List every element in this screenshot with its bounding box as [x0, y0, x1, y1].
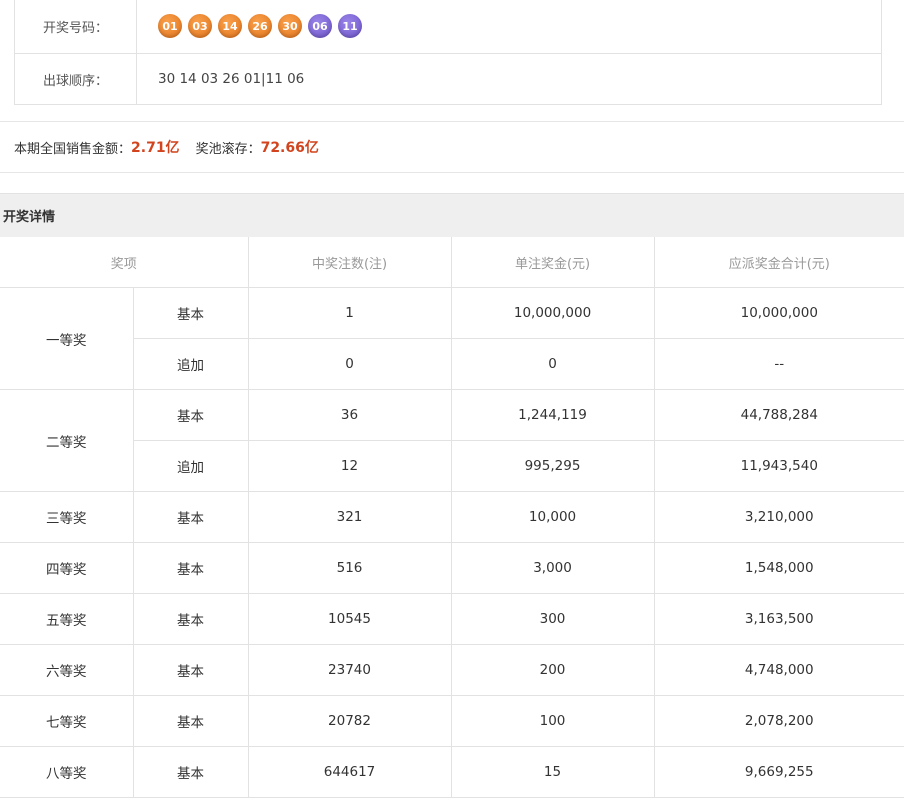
unit-prize-cell: 300 [450, 593, 655, 645]
winner-count-cell: 0 [247, 338, 452, 390]
prize-type-cell: 基本 [132, 287, 249, 339]
sales-summary: 本期全国销售金额： 2.71亿 奖池滚存： 72.66亿 [0, 121, 904, 173]
blue-ball: 06 [308, 14, 332, 38]
winning-numbers-row: 开奖号码： 01 03 14 26 30 06 11 [15, 0, 881, 54]
prize-type-cell: 追加 [133, 440, 249, 492]
prize-type-cell: 基本 [132, 491, 249, 543]
prize-type-cell: 基本 [132, 593, 249, 645]
unit-prize-cell: 3,000 [450, 542, 655, 594]
table-row: 一等奖 基本 1 10,000,000 10,000,000 [0, 287, 904, 390]
draw-result-box: 开奖号码： 01 03 14 26 30 06 11 出球顺序： 30 14 03 26 0… [14, 0, 882, 105]
draw-order-row: 出球顺序： 30 14 03 26 01|11 06 [15, 53, 881, 105]
section-title: 开奖详情 [0, 193, 904, 237]
total-prize-cell: 4,748,000 [653, 644, 904, 696]
prize-name-cell: 七等奖 [0, 695, 134, 747]
red-ball: 14 [218, 14, 242, 38]
winner-count-cell: 10545 [247, 593, 452, 645]
winner-count-cell: 1 [247, 287, 452, 339]
winner-count-cell: 23740 [247, 644, 452, 696]
draw-order-value: 30 14 03 26 01|11 06 [158, 71, 305, 87]
red-ball: 30 [278, 14, 302, 38]
red-ball: 01 [158, 14, 182, 38]
sales-value: 2.71亿 [131, 140, 180, 156]
table-row: 七等奖 基本 20782 100 2,078,200 [0, 695, 904, 747]
prize-name-cell: 二等奖 [0, 389, 134, 492]
table-row: 八等奖 基本 644617 15 9,669,255 [0, 746, 904, 798]
winner-count-cell: 36 [247, 389, 452, 441]
table-row: 二等奖 基本 36 1,244,119 44,788,284 [0, 389, 904, 492]
header-unit: 单注奖金(元) [450, 237, 655, 288]
total-prize-cell: 3,163,500 [653, 593, 904, 645]
pool-label: 奖池滚存： [195, 141, 261, 157]
unit-prize-cell: 10,000,000 [450, 287, 655, 339]
red-ball: 26 [248, 14, 272, 38]
winner-count-cell: 644617 [247, 746, 452, 798]
prize-name-cell: 八等奖 [0, 746, 134, 798]
red-ball: 03 [188, 14, 212, 38]
total-prize-cell: 10,000,000 [653, 287, 904, 339]
winning-numbers-label: 开奖号码： [15, 0, 137, 53]
table-row: 追加 12 995,295 11,943,540 [0, 440, 904, 492]
table-row: 追加 0 0 -- [0, 338, 904, 390]
total-prize-cell: 1,548,000 [653, 542, 904, 594]
prize-type-cell: 基本 [132, 695, 249, 747]
prize-name-cell: 一等奖 [0, 287, 134, 390]
total-prize-cell: 44,788,284 [653, 389, 904, 441]
prize-type-cell: 基本 [132, 644, 249, 696]
blue-ball: 11 [338, 14, 362, 38]
table-row: 五等奖 基本 10545 300 3,163,500 [0, 593, 904, 645]
sales-label: 本期全国销售金额： [14, 141, 132, 157]
header-count: 中奖注数(注) [247, 237, 452, 288]
total-prize-cell: 9,669,255 [653, 746, 904, 798]
pool-value: 72.66亿 [260, 140, 319, 156]
unit-prize-cell: 995,295 [450, 440, 655, 492]
unit-prize-cell: 15 [450, 746, 655, 798]
prize-type-cell: 基本 [132, 542, 249, 594]
header-prize: 奖项 [0, 237, 249, 288]
winner-count-cell: 12 [247, 440, 452, 492]
winner-count-cell: 516 [247, 542, 452, 594]
unit-prize-cell: 0 [450, 338, 655, 390]
prize-type-cell: 追加 [133, 338, 249, 390]
total-prize-cell: 2,078,200 [653, 695, 904, 747]
total-prize-cell: -- [653, 338, 904, 390]
total-prize-cell: 3,210,000 [653, 491, 904, 543]
prize-type-cell: 基本 [132, 746, 249, 798]
prize-type-cell: 基本 [132, 389, 249, 441]
winner-count-cell: 20782 [247, 695, 452, 747]
unit-prize-cell: 200 [450, 644, 655, 696]
header-total: 应派奖金合计(元) [653, 237, 904, 288]
unit-prize-cell: 10,000 [450, 491, 655, 543]
total-prize-cell: 11,943,540 [653, 440, 904, 492]
winner-count-cell: 321 [247, 491, 452, 543]
prize-name-cell: 六等奖 [0, 644, 134, 696]
unit-prize-cell: 1,244,119 [450, 389, 655, 441]
draw-order-label: 出球顺序： [15, 53, 137, 105]
prize-name-cell: 五等奖 [0, 593, 134, 645]
prize-table: 奖项 中奖注数(注) 单注奖金(元) 应派奖金合计(元) 一等奖 基本 1 10,00… [0, 237, 904, 798]
prize-name-cell: 四等奖 [0, 542, 134, 594]
table-header-row: 奖项 中奖注数(注) 单注奖金(元) 应派奖金合计(元) [0, 237, 904, 288]
table-row: 六等奖 基本 23740 200 4,748,000 [0, 644, 904, 696]
table-row: 三等奖 基本 321 10,000 3,210,000 [0, 491, 904, 543]
prize-name-cell: 三等奖 [0, 491, 134, 543]
table-row: 四等奖 基本 516 3,000 1,548,000 [0, 542, 904, 594]
winning-balls: 01 03 14 26 30 06 11 [158, 14, 362, 38]
unit-prize-cell: 100 [450, 695, 655, 747]
